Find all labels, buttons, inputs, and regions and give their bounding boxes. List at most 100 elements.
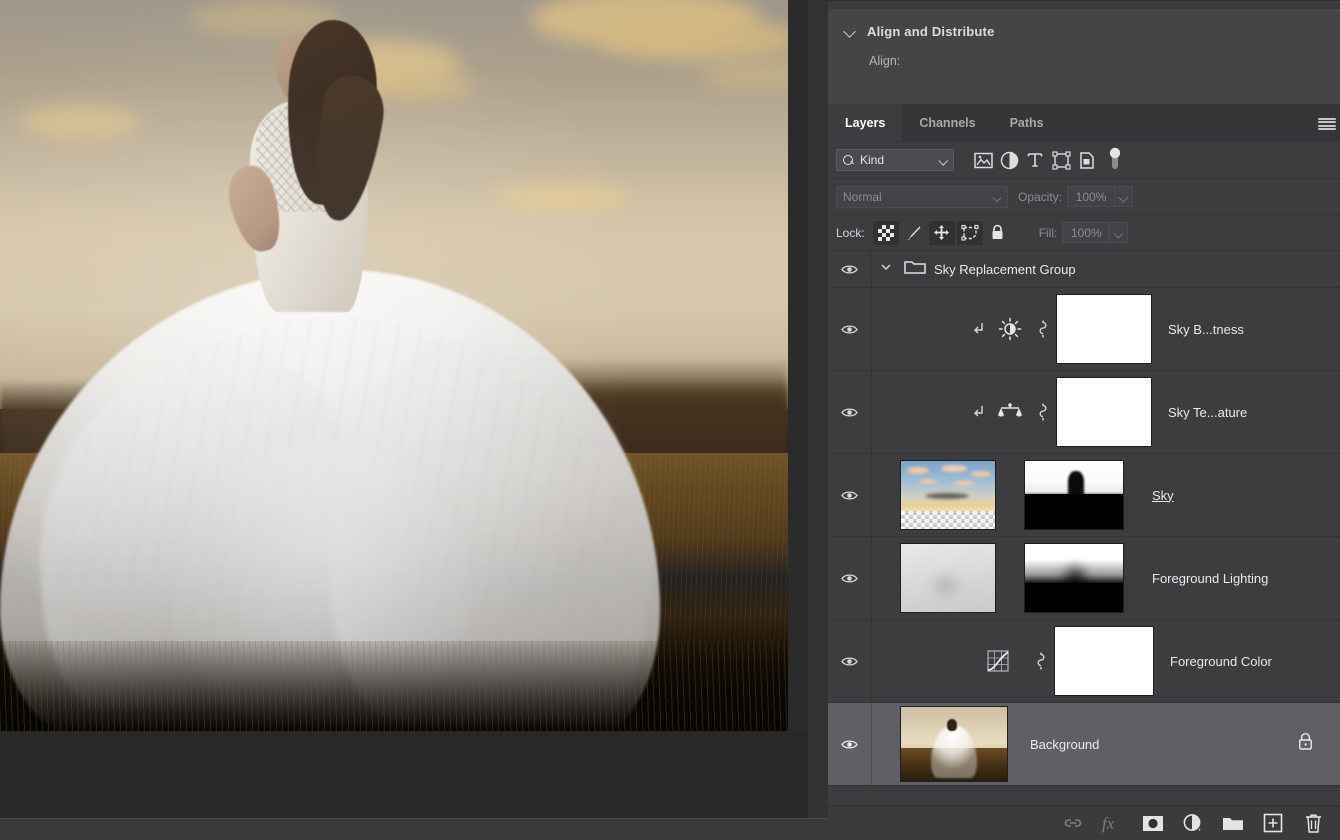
right-panel-dock: Align and Distribute Align: Layers Chann…: [828, 0, 1340, 840]
eye-icon: [841, 407, 858, 418]
lock-image-pixels-brush-icon[interactable]: [901, 221, 927, 245]
table-row[interactable]: Sky Replacement Group: [828, 251, 1340, 288]
pixel-layer-filter-icon[interactable]: [970, 147, 996, 173]
lock-artboard-nesting-icon[interactable]: [957, 221, 983, 245]
application-bottom-strip: [0, 818, 828, 840]
table-row[interactable]: Foreground Color: [828, 620, 1340, 703]
layers-panel: Layers Channels Paths Kind: [828, 105, 1340, 840]
opacity-label: Opacity:: [1018, 190, 1062, 204]
smart-object-filter-icon[interactable]: [1074, 147, 1100, 173]
layer-mask-thumbnail[interactable]: [1056, 294, 1152, 364]
panel-top-divider: [828, 1, 1340, 9]
fill-label: Fill:: [1039, 226, 1058, 240]
image-tone-wash: [0, 0, 788, 731]
lock-position-move-icon[interactable]: [929, 221, 955, 245]
blend-mode-row: Normal Opacity: 100%: [828, 179, 1340, 215]
type-layer-filter-icon[interactable]: [1022, 147, 1048, 173]
eye-icon: [841, 324, 858, 335]
layer-mask-thumbnail[interactable]: [1024, 460, 1124, 530]
document-image[interactable]: [0, 0, 788, 731]
layer-list: Sky Replacement Group: [828, 251, 1340, 786]
padlock-icon[interactable]: [1297, 732, 1314, 756]
table-row[interactable]: Sky Te...ature: [828, 371, 1340, 454]
new-layer-icon[interactable]: [1262, 812, 1284, 834]
shape-layer-filter-icon[interactable]: [1048, 147, 1074, 173]
opacity-stepper-chevron-icon[interactable]: [1115, 186, 1133, 207]
photoshop-window: Align and Distribute Align: Layers Chann…: [0, 0, 1340, 840]
tab-paths[interactable]: Paths: [993, 104, 1061, 141]
layer-name[interactable]: Foreground Lighting: [1152, 571, 1268, 586]
layer-thumbnail[interactable]: [900, 543, 996, 613]
blend-mode-select[interactable]: Normal: [836, 186, 1008, 208]
mask-link-icon[interactable]: [1030, 402, 1056, 422]
layer-name[interactable]: Sky Te...ature: [1168, 405, 1247, 420]
layer-filter-kind-select[interactable]: Kind: [836, 149, 954, 171]
color-balance-icon[interactable]: [990, 402, 1030, 422]
table-row[interactable]: Background: [828, 703, 1340, 786]
layer-name[interactable]: Sky B...tness: [1168, 322, 1244, 337]
mask-link-icon[interactable]: [1028, 651, 1054, 671]
layer-visibility-toggle[interactable]: [828, 620, 872, 702]
layer-filter-kind-value: Kind: [860, 153, 884, 167]
link-layers-icon[interactable]: [1062, 812, 1084, 834]
layer-thumbnail[interactable]: [900, 460, 996, 530]
eye-icon: [841, 490, 858, 501]
clipping-mask-arrow-icon: [968, 321, 990, 337]
table-row[interactable]: Sky: [828, 454, 1340, 537]
layer-name[interactable]: Background: [1030, 737, 1099, 752]
layer-visibility-toggle[interactable]: [828, 288, 872, 370]
canvas-workspace[interactable]: [0, 0, 808, 818]
blend-mode-value: Normal: [843, 190, 882, 204]
layer-visibility-toggle[interactable]: [828, 703, 872, 785]
delete-layer-icon[interactable]: [1302, 812, 1324, 834]
expand-chevron-icon[interactable]: [880, 260, 896, 278]
hamburger-menu-icon[interactable]: [1318, 118, 1336, 130]
table-row[interactable]: Sky B...tness: [828, 288, 1340, 371]
tab-channels[interactable]: Channels: [902, 104, 992, 141]
section-title: Align and Distribute: [867, 24, 995, 39]
new-group-icon[interactable]: [1222, 812, 1244, 834]
layer-name[interactable]: Sky Replacement Group: [934, 262, 1076, 277]
layer-mask-thumbnail[interactable]: [1054, 626, 1154, 696]
mask-link-icon[interactable]: [1030, 319, 1056, 339]
lock-label: Lock:: [836, 226, 865, 240]
add-layer-mask-icon[interactable]: [1142, 812, 1164, 834]
document-canvas-area[interactable]: [0, 0, 828, 840]
layer-visibility-toggle[interactable]: [828, 251, 872, 287]
align-label: Align:: [869, 54, 900, 68]
lock-all-padlock-icon[interactable]: [985, 221, 1011, 245]
canvas-gutter-bottom: [0, 731, 808, 818]
opacity-input[interactable]: 100%: [1067, 186, 1115, 207]
brightness-contrast-icon[interactable]: [990, 317, 1030, 341]
tab-bar-filler: [1061, 104, 1340, 141]
search-icon: [843, 155, 854, 166]
fill-stepper-chevron-icon[interactable]: [1110, 222, 1128, 243]
align-and-distribute-section-header[interactable]: Align and Distribute: [844, 24, 995, 39]
chevron-down-icon[interactable]: [844, 25, 857, 38]
layers-panel-bottom-toolbar: fx: [828, 805, 1340, 840]
chevron-down-icon: [938, 156, 948, 166]
layer-visibility-toggle[interactable]: [828, 537, 872, 619]
new-adjustment-layer-icon[interactable]: [1182, 812, 1204, 834]
layer-name[interactable]: Sky: [1152, 488, 1174, 503]
layer-visibility-toggle[interactable]: [828, 454, 872, 536]
canvas-gutter-right: [788, 0, 808, 818]
eye-icon: [841, 264, 858, 275]
lock-transparent-pixels-icon[interactable]: [873, 221, 899, 245]
properties-panel: Align and Distribute Align:: [828, 0, 1340, 105]
table-row[interactable]: Foreground Lighting: [828, 537, 1340, 620]
canvas-right-edge: [808, 0, 828, 818]
filter-toggle-switch-icon[interactable]: [1106, 147, 1124, 173]
fill-input[interactable]: 100%: [1062, 222, 1110, 243]
adjustment-layer-filter-icon[interactable]: [996, 147, 1022, 173]
layer-mask-thumbnail[interactable]: [1056, 377, 1152, 447]
layer-style-fx-icon[interactable]: fx: [1102, 812, 1124, 834]
layer-mask-thumbnail[interactable]: [1024, 543, 1124, 613]
curves-icon[interactable]: [968, 649, 1028, 673]
layer-name[interactable]: Foreground Color: [1170, 654, 1272, 669]
lock-options-row: Lock: Fill: 100%: [828, 215, 1340, 251]
layer-thumbnail[interactable]: [900, 706, 1008, 782]
tab-layers[interactable]: Layers: [828, 104, 902, 141]
layer-visibility-toggle[interactable]: [828, 371, 872, 453]
svg-text:fx: fx: [1102, 814, 1115, 833]
